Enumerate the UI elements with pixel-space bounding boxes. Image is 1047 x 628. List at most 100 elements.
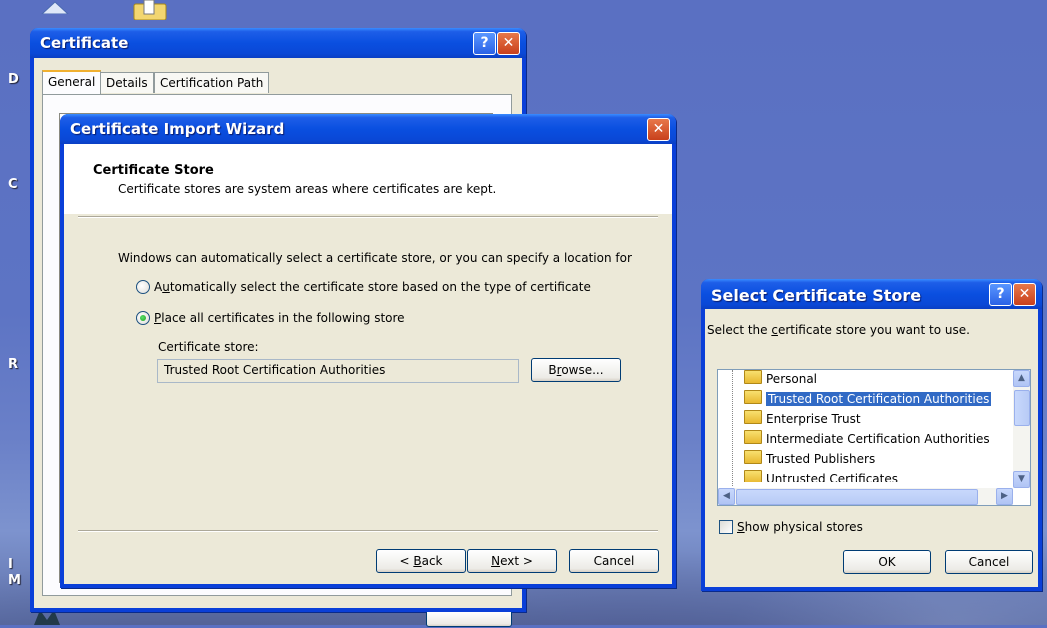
folder-icon bbox=[133, 0, 167, 21]
desktop-icon[interactable] bbox=[38, 0, 72, 15]
certificate-title-bar[interactable]: Certificate ? ✕ bbox=[30, 28, 526, 58]
select-store-prompt: Select the certificate store you want to… bbox=[707, 323, 970, 337]
label-mnemonic: S bbox=[737, 520, 745, 534]
desktop-label: D bbox=[8, 72, 19, 87]
select-store-client: Select the certificate store you want to… bbox=[705, 309, 1038, 587]
radio-auto[interactable]: Automatically select the certificate sto… bbox=[136, 279, 596, 297]
label-rest: owse... bbox=[561, 363, 604, 377]
desktop-label: M bbox=[8, 573, 21, 588]
window-title: Select Certificate Store bbox=[711, 286, 922, 305]
store-value: Trusted Root Certification Authorities bbox=[164, 363, 386, 377]
intro-text: Windows can automatically select a certi… bbox=[118, 251, 632, 265]
tree-item-label: Intermediate Certification Authorities bbox=[766, 432, 990, 446]
select-store-dialog[interactable]: Select Certificate Store ? ✕ Select the … bbox=[701, 279, 1042, 591]
tree-connector-line bbox=[732, 370, 733, 486]
tree-item[interactable]: Personal bbox=[744, 370, 817, 389]
horizontal-scrollbar[interactable]: ◀ ▶ bbox=[718, 488, 1013, 505]
desktop-icon[interactable] bbox=[132, 0, 168, 21]
cancel-button[interactable]: Cancel bbox=[945, 550, 1033, 574]
label-prefix: < bbox=[399, 554, 414, 568]
cancel-button[interactable]: Cancel bbox=[569, 549, 659, 573]
folder-icon bbox=[744, 450, 762, 464]
show-physical-label: Show physical stores bbox=[737, 520, 863, 534]
ok-button[interactable]: OK bbox=[843, 550, 931, 574]
help-button[interactable]: ? bbox=[989, 283, 1012, 306]
tab-strip: General Details Certification Path bbox=[42, 70, 502, 94]
scroll-thumb[interactable] bbox=[1014, 390, 1030, 426]
window-title: Certificate bbox=[40, 34, 129, 52]
desktop-label: I bbox=[8, 557, 13, 572]
scroll-right-icon[interactable]: ▶ bbox=[996, 488, 1013, 505]
close-icon: ✕ bbox=[1018, 286, 1031, 302]
scroll-down-icon[interactable]: ▼ bbox=[1013, 471, 1030, 488]
back-button[interactable]: < Back bbox=[376, 549, 466, 573]
help-icon: ? bbox=[480, 35, 489, 51]
label-prefix: B bbox=[548, 363, 557, 377]
label-rest: lace all certificates in the following s… bbox=[161, 311, 405, 325]
store-tree[interactable]: Personal Trusted Root Certification Auth… bbox=[717, 369, 1031, 506]
scroll-thumb[interactable] bbox=[736, 489, 978, 505]
close-icon: ✕ bbox=[502, 35, 515, 51]
label-rest: tomatically select the certificate store… bbox=[169, 280, 591, 294]
label-mnemonic: c bbox=[771, 323, 778, 337]
close-button[interactable]: ✕ bbox=[1013, 283, 1036, 306]
tab-details[interactable]: Details bbox=[100, 72, 154, 93]
select-store-title-bar[interactable]: Select Certificate Store ? ✕ bbox=[701, 279, 1042, 309]
folder-icon bbox=[744, 470, 762, 482]
vertical-scrollbar[interactable]: ▲ ▼ bbox=[1013, 370, 1030, 488]
scroll-up-icon[interactable]: ▲ bbox=[1013, 370, 1030, 387]
folder-icon bbox=[744, 430, 762, 444]
page-title: Certificate Store bbox=[93, 163, 214, 178]
next-button[interactable]: Next > bbox=[467, 549, 557, 573]
label-rest: ack bbox=[421, 554, 443, 568]
desktop-label: R bbox=[8, 357, 19, 372]
label-prefix: A bbox=[154, 280, 163, 294]
scroll-left-icon[interactable]: ◀ bbox=[718, 488, 735, 505]
import-wizard-window[interactable]: Certificate Import Wizard ✕ Certificate … bbox=[60, 114, 676, 588]
tree-item-label: Untrusted Certificates bbox=[766, 472, 898, 482]
browse-button[interactable]: Browse... bbox=[531, 358, 621, 382]
tree-item-label: Enterprise Trust bbox=[766, 412, 861, 426]
wizard-header bbox=[64, 144, 672, 214]
show-physical-checkbox[interactable]: Show physical stores bbox=[719, 519, 919, 535]
store-label: Certificate store: bbox=[158, 340, 259, 354]
wizard-client: Certificate Store Certificate stores are… bbox=[64, 144, 672, 584]
desktop-label: C bbox=[8, 177, 18, 192]
label-mnemonic: u bbox=[162, 280, 170, 294]
tab-certification-path[interactable]: Certification Path bbox=[154, 72, 270, 93]
checkbox-icon bbox=[719, 520, 733, 534]
radio-icon bbox=[136, 280, 150, 294]
tab-general[interactable]: General bbox=[42, 70, 102, 94]
page-subtitle: Certificate stores are system areas wher… bbox=[118, 182, 497, 196]
wizard-title-bar[interactable]: Certificate Import Wizard ✕ bbox=[60, 114, 676, 144]
radio-icon bbox=[136, 311, 150, 325]
tree-item[interactable]: Trusted Publishers bbox=[744, 450, 875, 469]
help-button[interactable]: ? bbox=[473, 32, 496, 55]
radio-auto-label: Automatically select the certificate sto… bbox=[154, 280, 591, 294]
folder-icon bbox=[744, 410, 762, 424]
label-prefix: Select the bbox=[707, 323, 772, 337]
tree-item[interactable]: Enterprise Trust bbox=[744, 410, 861, 429]
tree-item-label: Trusted Publishers bbox=[766, 452, 876, 466]
footer-divider bbox=[78, 530, 658, 532]
label-rest: ext > bbox=[500, 554, 533, 568]
radio-place[interactable]: Place all certificates in the following … bbox=[136, 310, 596, 328]
tree-item-label: Trusted Root Certification Authorities bbox=[764, 391, 993, 407]
header-divider bbox=[78, 216, 658, 218]
tree-item-label: Personal bbox=[766, 372, 818, 386]
label-mnemonic: N bbox=[491, 554, 501, 568]
help-icon: ? bbox=[996, 286, 1005, 302]
close-button[interactable]: ✕ bbox=[497, 32, 520, 55]
radio-place-label: Place all certificates in the following … bbox=[154, 311, 405, 325]
window-title: Certificate Import Wizard bbox=[70, 120, 285, 138]
tree-item[interactable]: Untrusted Certificates bbox=[744, 470, 898, 482]
label-mnemonic: B bbox=[413, 554, 422, 568]
folder-icon bbox=[744, 370, 762, 384]
network-places-icon bbox=[40, 1, 70, 15]
close-button[interactable]: ✕ bbox=[647, 118, 670, 141]
tree-item[interactable]: Intermediate Certification Authorities bbox=[744, 430, 990, 449]
label-rest: ertificate store you want to use. bbox=[777, 323, 970, 337]
close-icon: ✕ bbox=[652, 121, 665, 137]
tree-item[interactable]: Trusted Root Certification Authorities bbox=[744, 390, 993, 409]
label-rest: how physical stores bbox=[744, 520, 863, 534]
